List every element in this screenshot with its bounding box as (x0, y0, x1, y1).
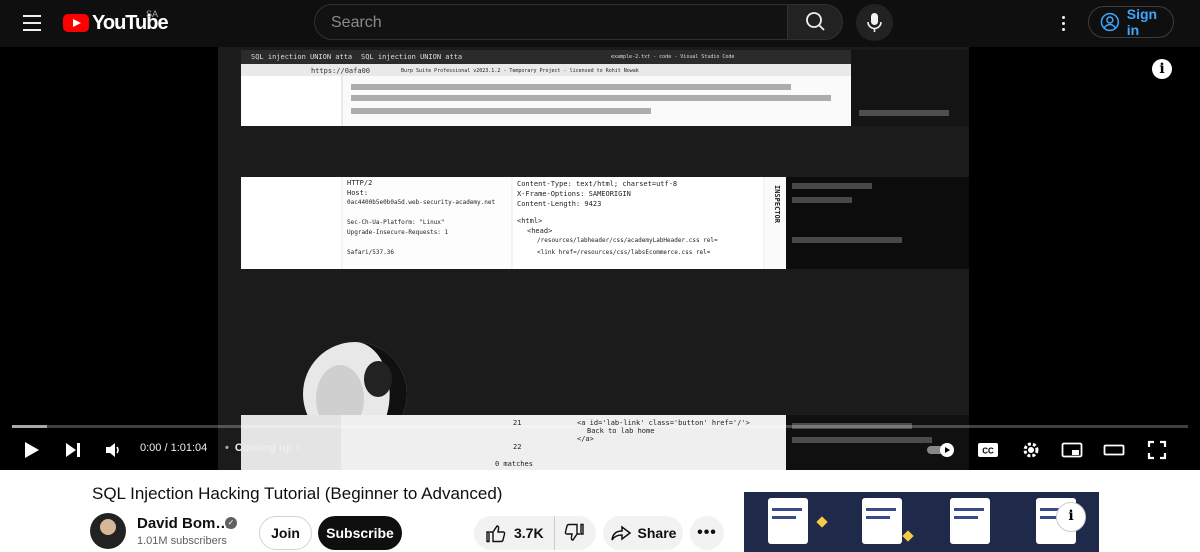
play-button[interactable] (14, 433, 48, 467)
captions-button[interactable]: CC (972, 433, 1004, 467)
like-count: 3.7K (514, 525, 544, 541)
duration: 1:01:04 (170, 442, 208, 454)
microphone-icon (867, 13, 882, 32)
frame-tab-title: SQL injection UNION atta (251, 53, 353, 61)
frame-request-line-7: Sec-Ch-Ua-Platform: "Linux" (347, 219, 445, 226)
dislike-button[interactable] (555, 516, 595, 550)
subscribe-label: Subscribe (326, 525, 394, 541)
subscriber-count: 1.01M subscribers (137, 535, 227, 547)
frame-response-line-6: <html> (517, 217, 543, 225)
player-controls: 0:00 / 1:01:04 • Coming up › CC (0, 433, 1200, 467)
masthead: YouTube SA Sign in (0, 0, 1200, 47)
time-display: 0:00 / 1:01:04 (140, 442, 207, 454)
share-button[interactable]: Share (603, 516, 683, 550)
sign-in-label: Sign in (1126, 6, 1158, 38)
chevron-right-icon: › (296, 442, 300, 454)
frame-tab-title-2: SQL injection UNION atta (361, 53, 463, 61)
share-label: Share (637, 525, 677, 541)
search-button[interactable] (787, 4, 843, 40)
fullscreen-button[interactable] (1140, 433, 1174, 467)
sign-in-button[interactable]: Sign in (1088, 6, 1174, 38)
next-button[interactable] (56, 433, 90, 467)
frame-response-line-2: X-Frame-Options: SAMEORIGIN (517, 190, 631, 198)
frame-response-line-7: <head> (527, 227, 553, 235)
frame-burp-response: HTTP/2 Host: 0ac4400b5e0b0a5d.web-securi… (241, 177, 786, 269)
subscribe-button[interactable]: Subscribe (318, 516, 402, 550)
thumbnail-tile (862, 498, 902, 544)
thumbs-down-icon (564, 523, 584, 541)
play-icon (25, 442, 39, 458)
progress-buffered (12, 425, 47, 428)
settings-button[interactable] (1015, 433, 1047, 467)
coming-up-button[interactable]: • Coming up › (225, 442, 300, 454)
frame-request-line-2: Host: (347, 189, 369, 197)
mute-button[interactable] (98, 433, 128, 467)
next-icon (66, 443, 80, 457)
svg-text:CC: CC (982, 447, 994, 456)
youtube-play-icon (63, 14, 89, 32)
account-icon (1100, 12, 1120, 32)
frame-response-line-11: <link href=/resources/css/labsEcommerce.… (537, 249, 711, 256)
frame-browser-strip: SQL injection UNION atta SQL injection U… (241, 50, 851, 126)
time-separator: / (161, 442, 171, 454)
thumbnail-info-button[interactable]: i (1056, 502, 1086, 532)
frame-inspector-label: INSPECTOR (773, 185, 781, 223)
more-horizontal-icon: ••• (697, 524, 717, 541)
current-time: 0:00 (140, 442, 162, 454)
search-input[interactable] (329, 13, 773, 33)
voice-search-button[interactable] (856, 4, 893, 41)
video-player[interactable]: SQL injection UNION atta SQL injection U… (0, 47, 1200, 470)
search-icon (806, 12, 825, 31)
frame-url: https://0afa00 (311, 67, 371, 75)
frame-request-line-8: Upgrade-Insecure-Requests: 1 (347, 229, 449, 236)
channel-name[interactable]: David Bom… (137, 515, 230, 532)
fullscreen-icon (1147, 440, 1167, 460)
thumbs-up-icon (486, 525, 506, 543)
share-icon (610, 525, 631, 541)
country-code: SA (146, 9, 159, 19)
theater-icon (1103, 444, 1125, 456)
more-options-icon[interactable] (1052, 8, 1076, 38)
miniplayer-icon (1061, 442, 1083, 458)
video-frame: SQL injection UNION atta SQL injection U… (218, 47, 969, 470)
join-label: Join (271, 525, 300, 541)
volume-icon (106, 443, 119, 457)
channel-avatar[interactable] (90, 513, 126, 549)
frame-request-line-10: Safari/537.36 (347, 249, 394, 256)
frame-vscode-title: example-2.txt - code - Visual Studio Cod… (611, 54, 735, 60)
frame-response-line-3: Content-Length: 9423 (517, 200, 602, 208)
captions-icon: CC (978, 443, 998, 457)
autoplay-toggle-icon (927, 443, 954, 457)
video-title: SQL Injection Hacking Tutorial (Beginner… (92, 484, 503, 503)
verified-badge-icon: ✓ (225, 517, 237, 529)
theater-mode-button[interactable] (1098, 433, 1130, 467)
join-button[interactable]: Join (259, 516, 312, 550)
menu-icon[interactable] (14, 8, 50, 38)
like-button[interactable]: 3.7K (474, 516, 555, 550)
video-info-button[interactable]: i (1152, 59, 1172, 79)
thumbnail-tile (950, 498, 990, 544)
like-dislike-group: 3.7K (474, 516, 596, 550)
more-actions-button[interactable]: ••• (690, 516, 724, 550)
frame-burp-title: Burp Suite Professional v2023.1.2 - Temp… (401, 68, 639, 74)
gear-icon (1023, 442, 1039, 458)
autoplay-toggle[interactable] (924, 433, 960, 467)
search-box (314, 4, 788, 40)
coming-up-label: Coming up (234, 442, 293, 454)
progress-bar[interactable] (12, 425, 1188, 428)
frame-request-line-1: HTTP/2 (347, 179, 373, 187)
frame-response-line-9: /resources/labheader/css/academyLabHeade… (537, 237, 718, 244)
sidebar-thumbnail[interactable] (744, 492, 1099, 552)
thumbnail-tile (768, 498, 808, 544)
miniplayer-button[interactable] (1056, 433, 1088, 467)
frame-request-line-3: 0ac4400b5e0b0a5d.web-security-academy.ne… (347, 199, 496, 206)
frame-response-line-1: Content-Type: text/html; charset=utf-8 (517, 180, 678, 188)
